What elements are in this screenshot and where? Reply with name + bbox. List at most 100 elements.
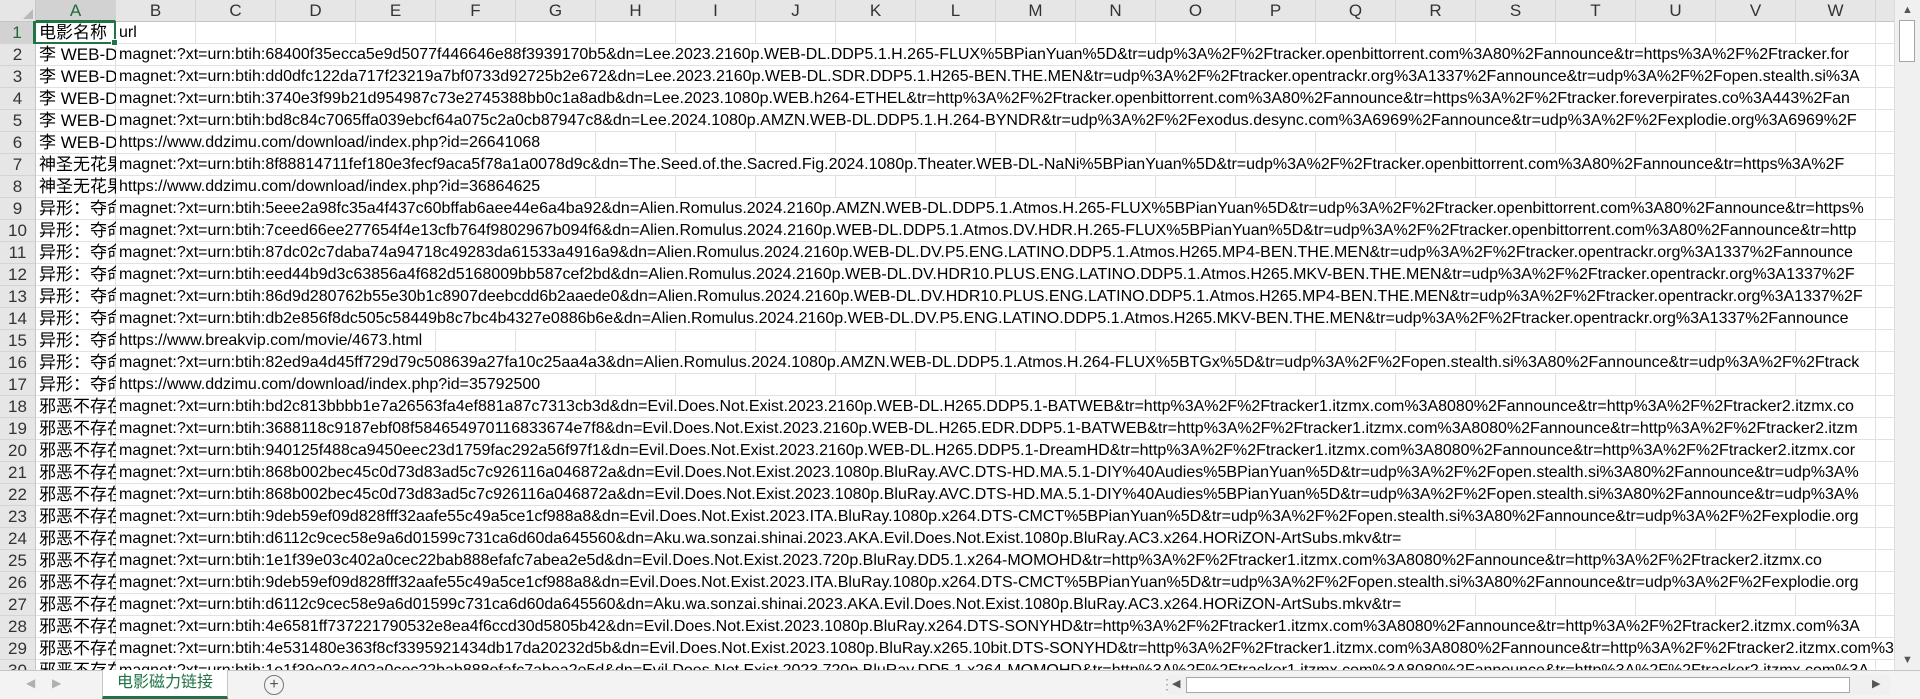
cell-movie-name[interactable]: 异形：夺命舰 — [36, 308, 119, 329]
cell-grid[interactable]: 电影名称 url 李 WEB-D magnet:?xt=urn:btih:6840… — [36, 22, 1894, 670]
cell-url[interactable]: magnet:?xt=urn:btih:82ed9a4d45ff729d79c5… — [116, 352, 1860, 373]
row-header[interactable]: 26 — [0, 572, 36, 594]
row-header[interactable]: 6 — [0, 132, 36, 154]
triangle-left-icon[interactable]: ◀ — [1172, 677, 1180, 690]
cell-url[interactable]: magnet:?xt=urn:btih:bd8c84c7065ffa039ebc… — [116, 110, 1857, 131]
cell-url[interactable]: https://www.ddzimu.com/download/index.ph… — [116, 176, 541, 197]
row-header[interactable]: 15 — [0, 330, 36, 352]
cell-url[interactable]: magnet:?xt=urn:btih:1e1f39e03c402a0cec22… — [116, 660, 1869, 670]
cell-url[interactable]: magnet:?xt=urn:btih:68400f35ecca5e9d5077… — [116, 44, 1849, 65]
cell-movie-name[interactable]: 邪恶不存在 — [36, 550, 119, 571]
cell-movie-name[interactable]: 李 WEB-D — [36, 110, 119, 131]
cell-url[interactable]: magnet:?xt=urn:btih:dd0dfc122da717f23219… — [116, 66, 1860, 87]
row-header[interactable]: 29 — [0, 638, 36, 660]
row-header[interactable]: 11 — [0, 242, 36, 264]
triangle-down-icon[interactable]: ▼ — [1895, 650, 1920, 670]
column-header-p[interactable]: P — [1236, 0, 1316, 22]
column-header-w[interactable]: W — [1796, 0, 1876, 22]
column-header-q[interactable]: Q — [1316, 0, 1396, 22]
cell-url[interactable]: magnet:?xt=urn:btih:db2e856f8dc505c58449… — [116, 308, 1849, 329]
row-header[interactable]: 27 — [0, 594, 36, 616]
horizontal-scrollbar[interactable]: ◀ ▶ — [1168, 675, 1890, 695]
cell-url[interactable]: magnet:?xt=urn:btih:1e1f39e03c402a0cec22… — [116, 550, 1822, 571]
row-header[interactable]: 24 — [0, 528, 36, 550]
cell-url[interactable]: magnet:?xt=urn:btih:3740e3f99b21d954987c… — [116, 88, 1850, 109]
row-header[interactable]: 14 — [0, 308, 36, 330]
cell-movie-name[interactable]: 邪恶不存在 — [36, 440, 119, 461]
row-header[interactable]: 18 — [0, 396, 36, 418]
cell-movie-name[interactable]: 李 WEB-D — [36, 132, 119, 153]
cell-movie-name[interactable]: 李 WEB-D — [36, 66, 119, 87]
row-header[interactable]: 19 — [0, 418, 36, 440]
cell-url[interactable]: https://www.ddzimu.com/download/index.ph… — [116, 374, 541, 395]
row-header[interactable]: 10 — [0, 220, 36, 242]
column-header-f[interactable]: F — [436, 0, 516, 22]
plus-circle-icon[interactable]: + — [264, 675, 284, 695]
cell-url[interactable]: magnet:?xt=urn:btih:9deb59ef09d828fff32a… — [116, 506, 1859, 527]
triangle-right-icon[interactable]: ▶ — [1872, 677, 1880, 690]
row-header[interactable]: 13 — [0, 286, 36, 308]
column-header-g[interactable]: G — [516, 0, 596, 22]
row-header[interactable]: 3 — [0, 66, 36, 88]
cell-movie-name[interactable]: 邪恶不存在 — [36, 396, 119, 417]
cell-movie-name[interactable]: 邪恶不存在 — [36, 418, 119, 439]
triangle-up-icon[interactable]: ▲ — [1895, 0, 1920, 20]
row-header[interactable]: 25 — [0, 550, 36, 572]
cell-url[interactable]: magnet:?xt=urn:btih:7ceed66ee277654f4e13… — [116, 220, 1857, 241]
cell-b1[interactable]: url — [116, 22, 137, 43]
cell-movie-name[interactable]: 异形：夺命舰 — [36, 330, 119, 351]
column-header-i[interactable]: I — [676, 0, 756, 22]
cell-url[interactable]: magnet:?xt=urn:btih:9deb59ef09d828fff32a… — [116, 572, 1859, 593]
column-header-a[interactable]: A — [36, 0, 116, 22]
cell-url[interactable]: https://www.ddzimu.com/download/index.ph… — [116, 132, 541, 153]
column-header-v[interactable]: V — [1716, 0, 1796, 22]
column-header-b[interactable]: B — [116, 0, 196, 22]
row-header[interactable]: 12 — [0, 264, 36, 286]
cell-url[interactable]: magnet:?xt=urn:btih:eed44b9d3c63856a4f68… — [116, 264, 1855, 285]
cell-url[interactable]: magnet:?xt=urn:btih:d6112c9cec58e9a6d015… — [116, 594, 1402, 615]
cell-movie-name[interactable]: 异形：夺命舰 — [36, 374, 119, 395]
cell-url[interactable]: https://www.breakvip.com/movie/4673.html — [116, 330, 423, 351]
column-header-c[interactable]: C — [196, 0, 276, 22]
cell-movie-name[interactable]: 邪恶不存在 — [36, 616, 119, 637]
cell-url[interactable]: magnet:?xt=urn:btih:940125f488ca9450eec2… — [116, 440, 1856, 461]
column-header-h[interactable]: H — [596, 0, 676, 22]
column-header-d[interactable]: D — [276, 0, 356, 22]
cell-movie-name[interactable]: 邪恶不存在 — [36, 484, 119, 505]
row-header[interactable]: 20 — [0, 440, 36, 462]
column-header-r[interactable]: R — [1396, 0, 1476, 22]
cell-movie-name[interactable]: 邪恶不存在 — [36, 594, 119, 615]
cell-url[interactable]: magnet:?xt=urn:btih:d6112c9cec58e9a6d015… — [116, 528, 1402, 549]
triangle-left-icon[interactable]: ◀ — [26, 676, 35, 690]
column-header-n[interactable]: N — [1076, 0, 1156, 22]
column-header-u[interactable]: U — [1636, 0, 1716, 22]
row-header[interactable]: 8 — [0, 176, 36, 198]
column-header-j[interactable]: J — [756, 0, 836, 22]
sheet-tab[interactable]: 电影磁力链接 — [102, 670, 229, 699]
cell-movie-name[interactable]: 邪恶不存在 — [36, 528, 119, 549]
column-header-t[interactable]: T — [1556, 0, 1636, 22]
row-header[interactable]: 30 — [0, 660, 36, 670]
cell-movie-name[interactable]: 邪恶不存在 — [36, 506, 119, 527]
cell-movie-name[interactable]: 神圣无花果 — [36, 176, 119, 197]
row-header[interactable]: 5 — [0, 110, 36, 132]
triangle-right-icon[interactable]: ▶ — [52, 676, 61, 690]
cell-movie-name[interactable]: 异形：夺命舰 — [36, 220, 119, 241]
row-header[interactable]: 23 — [0, 506, 36, 528]
horizontal-scroll-thumb[interactable] — [1186, 677, 1850, 693]
cell-movie-name[interactable]: 邪恶不存在 — [36, 660, 119, 670]
row-header[interactable]: 22 — [0, 484, 36, 506]
cell-movie-name[interactable]: 李 WEB-D — [36, 44, 119, 65]
vertical-scrollbar[interactable]: ▲ ▼ — [1894, 0, 1920, 670]
column-header-k[interactable]: K — [836, 0, 916, 22]
row-header[interactable]: 21 — [0, 462, 36, 484]
column-header-o[interactable]: O — [1156, 0, 1236, 22]
cell-a1[interactable]: 电影名称 — [36, 22, 119, 43]
column-header-s[interactable]: S — [1476, 0, 1556, 22]
spreadsheet-area[interactable]: ABCDEFGHIJKLMNOPQRSTUVW 1 2 3 4 5 6 7 8 9 10 11 12 1… — [0, 0, 1894, 670]
cell-url[interactable]: magnet:?xt=urn:btih:4e531480e363f8cf3395… — [116, 638, 1894, 659]
cell-url[interactable]: magnet:?xt=urn:btih:87dc02c7daba74a94718… — [116, 242, 1853, 263]
row-header[interactable]: 16 — [0, 352, 36, 374]
cell-movie-name[interactable]: 异形：夺命舰 — [36, 352, 119, 373]
row-header[interactable]: 17 — [0, 374, 36, 396]
